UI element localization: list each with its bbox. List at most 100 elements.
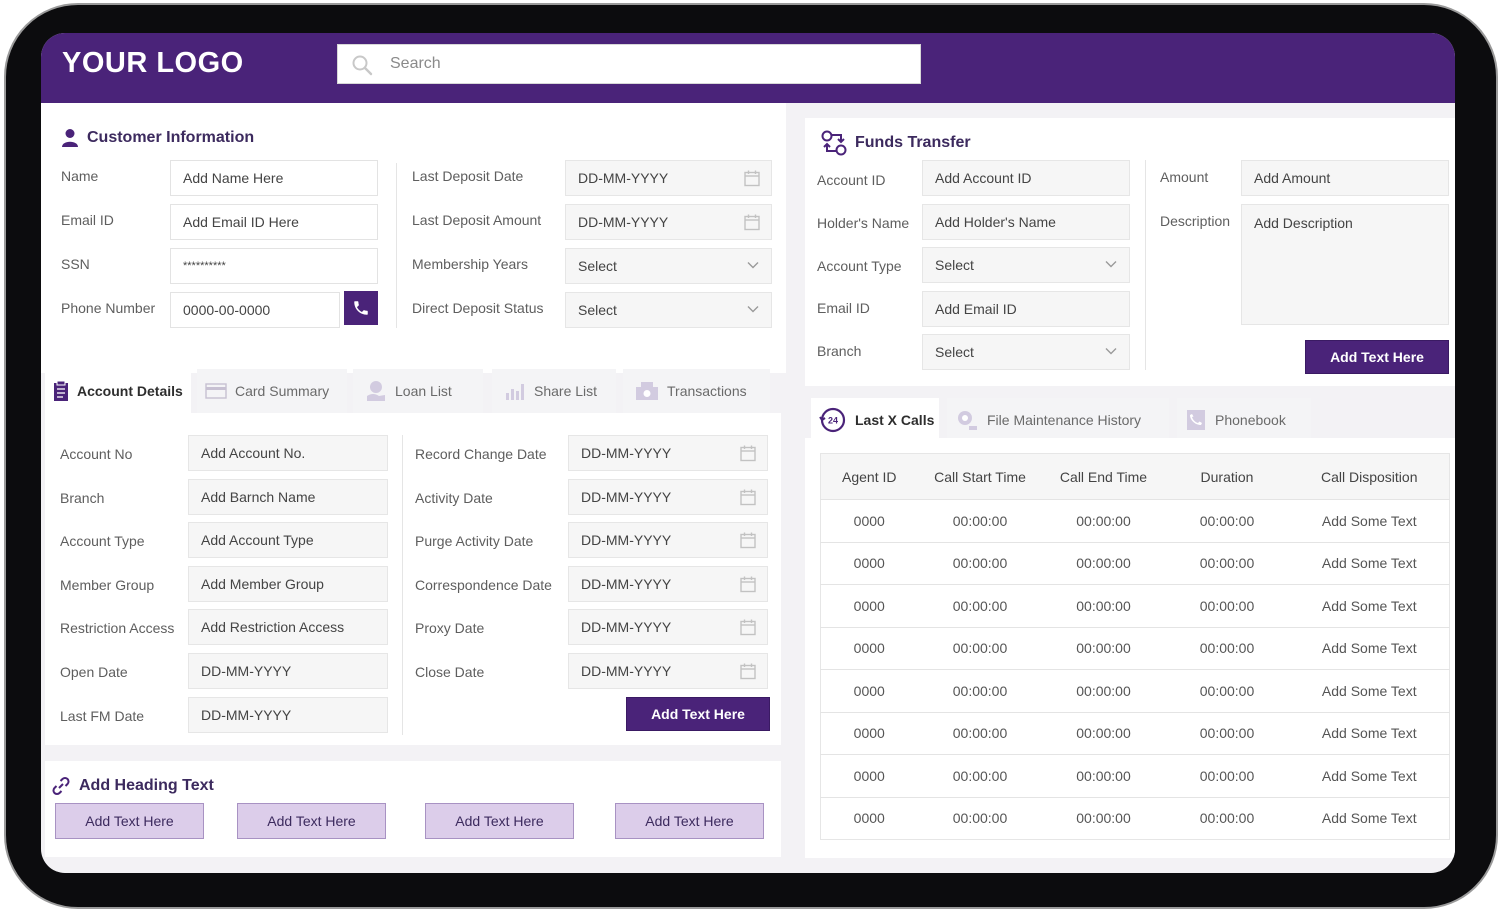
record-change-date-input[interactable]: DD-MM-YYYY (568, 435, 768, 471)
table-row[interactable]: 0000 00:00:00 00:00:00 00:00:00 Add Some… (820, 542, 1450, 585)
column-call-disposition[interactable]: Call Disposition (1289, 453, 1450, 500)
column-agent-id[interactable]: Agent ID (820, 453, 918, 500)
chevron-down-icon (1105, 348, 1117, 355)
funds-amount-label: Amount (1160, 169, 1209, 185)
phone-input[interactable]: 0000-00-0000 (170, 292, 340, 328)
heading-button-4[interactable]: Add Text Here (615, 803, 764, 839)
call-end-cell: 00:00:00 (1042, 499, 1165, 543)
clipboard-icon (54, 380, 68, 401)
direct-deposit-status-select[interactable]: Select (565, 292, 772, 328)
funds-account-id-input[interactable]: Add Account ID (922, 160, 1130, 196)
account-no-input[interactable]: Add Account No. (188, 435, 388, 471)
table-row[interactable]: 0000 00:00:00 00:00:00 00:00:00 Add Some… (820, 499, 1450, 543)
svg-text:24: 24 (828, 416, 838, 426)
phone-icon (354, 301, 368, 315)
table-row[interactable]: 0000 00:00:00 00:00:00 00:00:00 Add Some… (821, 797, 1450, 840)
calls-table-header-row: Agent ID Call Start Time Call End Time D… (820, 453, 1450, 500)
heading-button-3[interactable]: Add Text Here (425, 803, 574, 839)
phone-label: Phone Number (61, 300, 156, 316)
table-row[interactable]: 0000 00:00:00 00:00:00 00:00:00 Add Some… (820, 669, 1450, 713)
funds-amount-input[interactable]: Add Amount (1241, 160, 1449, 196)
heading-panel: Add Heading Text Add Text Here Add Text … (45, 761, 781, 857)
funds-description-textarea[interactable]: Add Description (1241, 204, 1449, 325)
account-details-panel: Account No Add Account No. Branch Add Ba… (45, 413, 781, 745)
table-row[interactable]: 0000 00:00:00 00:00:00 00:00:00 Add Some… (820, 754, 1450, 798)
funds-account-type-select[interactable]: Select (922, 247, 1130, 283)
column-call-end-time[interactable]: Call End Time (1042, 453, 1165, 500)
close-date-input[interactable]: DD-MM-YYYY (568, 653, 768, 689)
heading-button-2[interactable]: Add Text Here (237, 803, 386, 839)
call-start-cell: 00:00:00 (952, 810, 1008, 827)
account-type-input[interactable]: Add Account Type (188, 522, 388, 558)
branch-input[interactable]: Add Barnch Name (188, 479, 388, 515)
customer-information-panel: Customer Information Name Add Name Here … (41, 103, 786, 373)
funds-holder-name-input[interactable]: Add Holder's Name (922, 204, 1130, 240)
correspondence-date-input[interactable]: DD-MM-YYYY (568, 566, 768, 602)
funds-add-text-button[interactable]: Add Text Here (1305, 340, 1449, 374)
column-call-start-time[interactable]: Call Start Time (917, 453, 1043, 500)
heading-button-1[interactable]: Add Text Here (55, 803, 204, 839)
last-fm-date-input[interactable]: DD-MM-YYYY (188, 697, 388, 733)
last-deposit-amount-label: Last Deposit Amount (412, 212, 542, 228)
email-label: Email ID (61, 212, 114, 228)
name-label: Name (61, 168, 99, 184)
phonebook-icon (1187, 410, 1205, 430)
activity-date-input[interactable]: DD-MM-YYYY (568, 479, 768, 515)
email-input[interactable]: Add Email ID Here (170, 204, 378, 240)
open-date-label: Open Date (60, 664, 128, 680)
loan-icon (367, 381, 385, 401)
ssn-input[interactable]: ********** (170, 248, 378, 284)
call-button[interactable] (344, 291, 378, 325)
search-input[interactable] (390, 55, 890, 73)
agent-id-cell: 0000 (820, 627, 918, 670)
funds-account-id-label: Account ID (817, 172, 886, 188)
column-duration[interactable]: Duration (1164, 453, 1290, 500)
funds-email-input[interactable]: Add Email ID (922, 291, 1130, 327)
tab-share-list[interactable]: Share List (492, 369, 616, 413)
branch-label: Branch (60, 490, 105, 506)
record-change-date-label: Record Change Date (415, 446, 547, 462)
calls-table: Agent ID Call Start Time Call End Time D… (820, 453, 1450, 840)
table-row[interactable]: 0000 00:00:00 00:00:00 00:00:00 Add Some… (820, 584, 1450, 628)
tab-card-summary[interactable]: Card Summary (197, 369, 347, 413)
member-group-input[interactable]: Add Member Group (188, 566, 388, 602)
duration-cell: 00:00:00 (1164, 627, 1290, 670)
proxy-date-input[interactable]: DD-MM-YYYY (568, 609, 768, 645)
purge-activity-date-input[interactable]: DD-MM-YYYY (568, 522, 768, 558)
table-row[interactable]: 0000 00:00:00 00:00:00 00:00:00 Add Some… (820, 712, 1450, 755)
last-deposit-amount-input[interactable]: DD-MM-YYYY (565, 204, 772, 240)
funds-holder-name-label: Holder's Name (817, 215, 910, 231)
tab-loan-list[interactable]: Loan List (353, 369, 483, 413)
customer-information-title: Customer Information (61, 128, 254, 148)
open-date-input[interactable]: DD-MM-YYYY (188, 653, 388, 689)
funds-branch-select[interactable]: Select (922, 334, 1130, 370)
search-icon (352, 55, 373, 76)
tab-phonebook[interactable]: Phonebook (1177, 398, 1311, 442)
membership-years-select[interactable]: Select (565, 248, 772, 284)
search-box[interactable] (337, 44, 921, 84)
name-input[interactable]: Add Name Here (170, 160, 378, 196)
transactions-icon (636, 382, 658, 400)
member-group-label: Member Group (60, 577, 155, 593)
agent-id-cell: 0000 (820, 499, 918, 543)
calendar-icon (744, 214, 760, 231)
disposition-cell: Add Some Text (1289, 669, 1450, 713)
calendar-icon (740, 489, 756, 506)
last-deposit-date-input[interactable]: DD-MM-YYYY (565, 160, 772, 196)
close-date-label: Close Date (415, 664, 485, 680)
tab-file-maintenance-history[interactable]: File Maintenance History (947, 398, 1169, 442)
duration-cell: 00:00:00 (1164, 754, 1290, 798)
duration-cell: 00:00:00 (1164, 669, 1290, 713)
funds-transfer-panel: Funds Transfer Account ID Add Account ID… (805, 118, 1455, 386)
tab-last-x-calls[interactable]: 24 Last X Calls (811, 398, 939, 442)
tab-account-details[interactable]: Account Details (45, 369, 191, 413)
account-add-text-button[interactable]: Add Text Here (626, 697, 770, 731)
disposition-cell: Add Some Text (1289, 584, 1450, 628)
table-row[interactable]: 0000 00:00:00 00:00:00 00:00:00 Add Some… (820, 627, 1450, 670)
agent-id-cell: 0000 (820, 584, 918, 628)
app-screen: YOUR LOGO Customer Information Name Add … (41, 33, 1455, 873)
tab-transactions[interactable]: Transactions (623, 369, 770, 413)
restriction-access-input[interactable]: Add Restriction Access (188, 609, 388, 645)
agent-id-cell: 0000 (820, 754, 918, 798)
call-end-cell: 00:00:00 (1042, 712, 1165, 755)
